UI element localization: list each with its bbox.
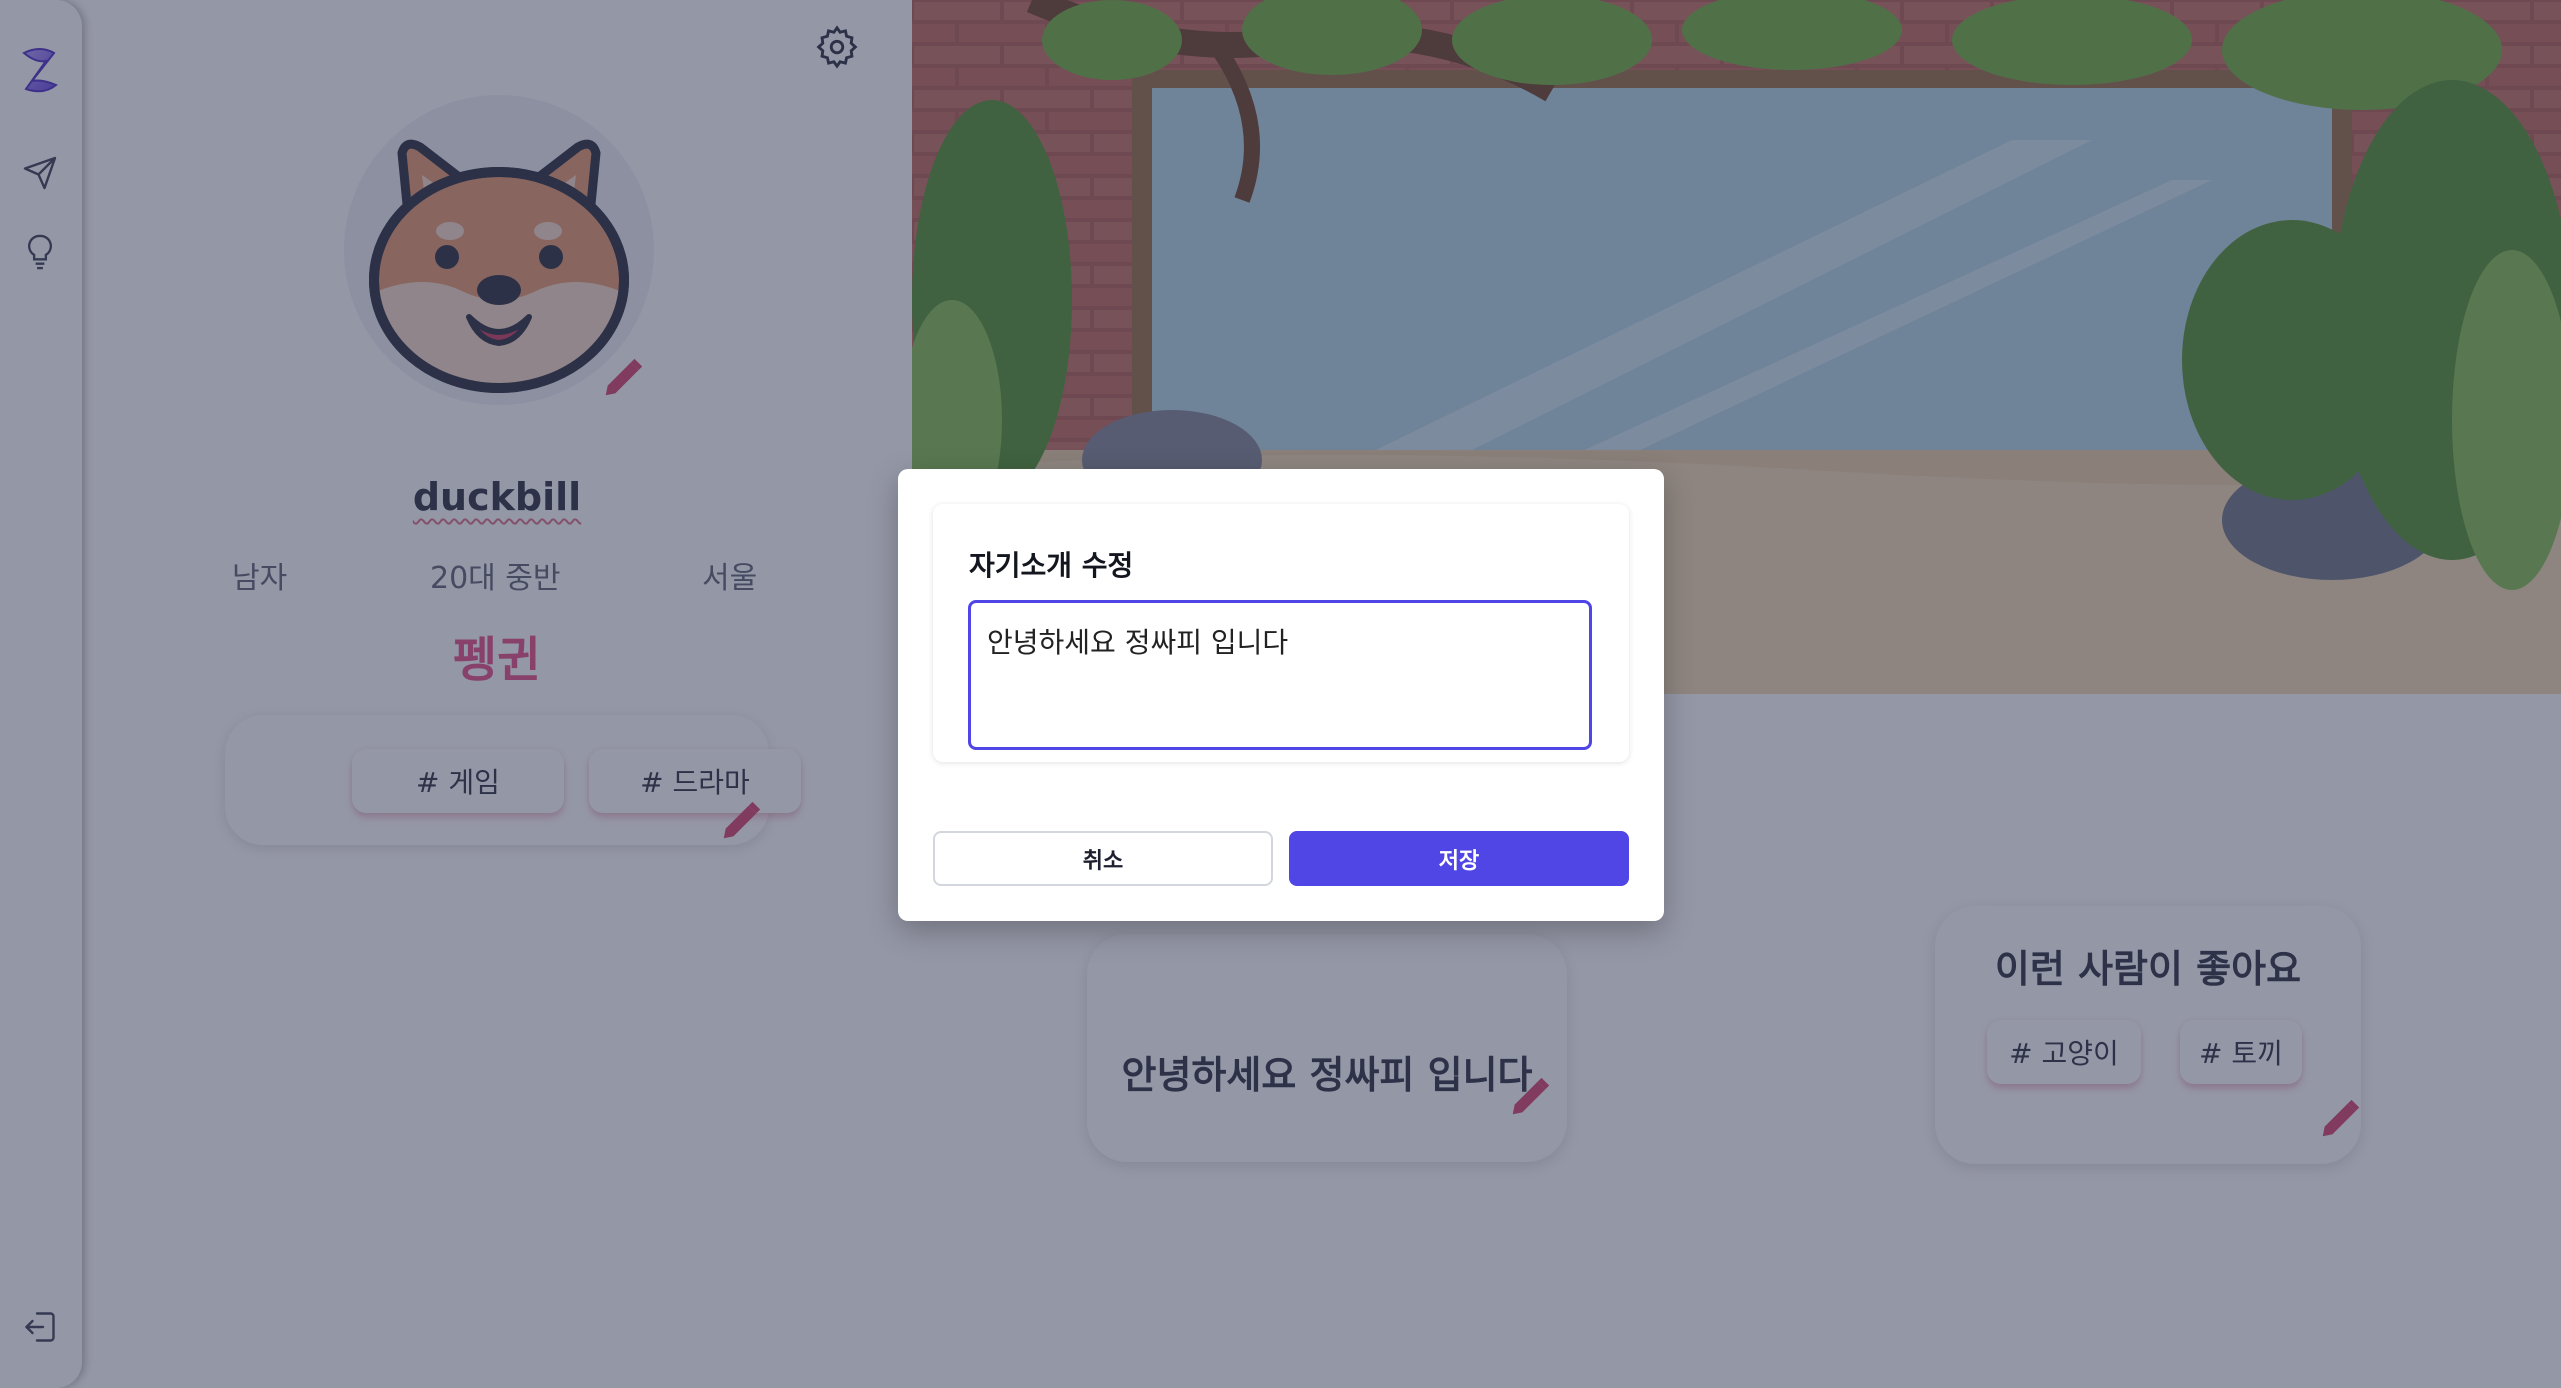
save-button[interactable]: 저장	[1289, 831, 1629, 886]
intro-textarea[interactable]: 안녕하세요 정싸피 입니다	[968, 600, 1592, 750]
edit-intro-dialog: 자기소개 수정 안녕하세요 정싸피 입니다 취소 저장	[898, 469, 1664, 921]
dialog-title: 자기소개 수정	[969, 549, 1134, 582]
cancel-button[interactable]: 취소	[933, 831, 1273, 886]
dialog-form-panel: 자기소개 수정 안녕하세요 정싸피 입니다	[933, 504, 1629, 762]
